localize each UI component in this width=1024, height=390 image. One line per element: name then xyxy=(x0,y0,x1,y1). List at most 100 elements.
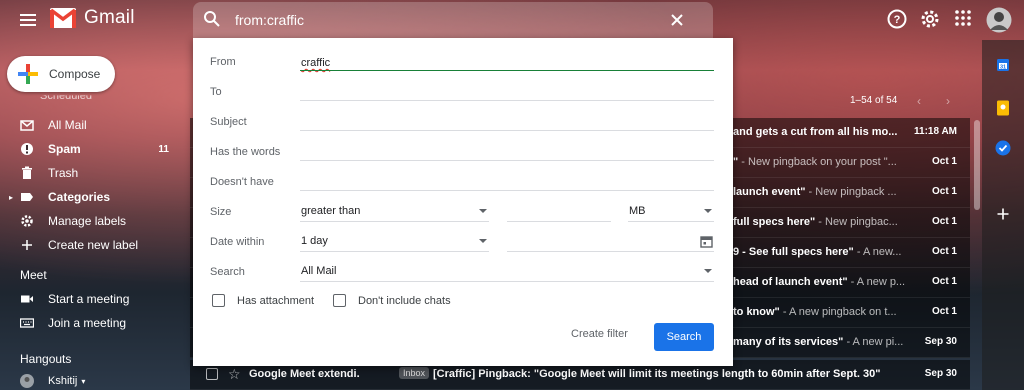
checkbox[interactable] xyxy=(212,294,225,307)
all-mail-icon xyxy=(20,118,34,132)
email-subject: to know" xyxy=(733,306,780,318)
start-meeting-label: Start a meeting xyxy=(48,292,130,306)
subject-label: Subject xyxy=(210,116,247,128)
has-attachment-label: Has attachment xyxy=(237,294,315,307)
size-label: Size xyxy=(210,206,232,218)
tasks-icon[interactable] xyxy=(995,140,1011,161)
sidebar-item-trash[interactable]: Trash xyxy=(0,161,185,185)
sidebar-item-create-label[interactable]: Create new label xyxy=(0,233,185,257)
size-operator-value: greater than xyxy=(301,205,361,217)
dont-include-chats-checkbox[interactable]: Don't include chats xyxy=(333,294,451,307)
email-date: 11:18 AM xyxy=(914,126,957,137)
to-label: To xyxy=(210,86,222,98)
email-snippet: - New pingback on your post "... xyxy=(738,156,897,168)
email-date: Oct 1 xyxy=(931,216,957,227)
size-unit-value: MB xyxy=(629,205,646,217)
size-operator-select[interactable]: greater than xyxy=(300,204,489,222)
search-scope-value: All Mail xyxy=(301,265,337,277)
dont-include-chats-label: Don't include chats xyxy=(358,294,451,307)
has-words-label: Has the words xyxy=(210,146,281,158)
plus-icon xyxy=(18,64,38,84)
chevron-down-icon[interactable]: ▾ xyxy=(81,377,85,386)
from-label: From xyxy=(210,56,236,68)
sidebar-item-all-mail[interactable]: All Mail xyxy=(0,113,185,137)
apps-grid-icon[interactable] xyxy=(953,8,973,28)
gmail-logo[interactable]: Gmail xyxy=(50,7,135,29)
gmail-m-icon xyxy=(50,8,76,28)
search-icon[interactable] xyxy=(203,10,221,28)
date-within-label: Date within xyxy=(210,236,265,248)
email-snippet: - A new pingback on t... xyxy=(779,306,897,318)
email-snippet: - A new... xyxy=(853,246,902,258)
has-words-field[interactable] xyxy=(300,160,714,161)
search-scope-label: Search xyxy=(210,266,245,278)
from-field[interactable]: craffic xyxy=(301,57,330,69)
date-input[interactable] xyxy=(507,234,714,252)
expand-arrow-icon[interactable]: ▸ xyxy=(9,193,13,202)
next-page-icon[interactable]: › xyxy=(946,94,950,108)
email-subject: and gets a cut from all his mo... xyxy=(733,126,898,138)
sidebar-item-categories[interactable]: ▸ Categories xyxy=(0,185,185,209)
join-meeting-item[interactable]: Join a meeting xyxy=(0,311,185,335)
scrollbar-thumb[interactable] xyxy=(974,120,980,210)
unread-count: 11 xyxy=(158,143,169,155)
sidebar-item-label: Spam xyxy=(48,142,81,156)
email-date: Oct 1 xyxy=(931,276,957,287)
app-title: Gmail xyxy=(84,7,135,28)
size-value-input[interactable] xyxy=(507,204,611,222)
email-snippet: - A new p... xyxy=(847,276,906,288)
chevron-down-icon xyxy=(704,209,712,213)
hangouts-user-name: Kshitij xyxy=(48,375,78,387)
create-filter-button[interactable]: Create filter xyxy=(571,328,628,340)
account-avatar[interactable] xyxy=(986,7,1012,33)
get-addons-icon[interactable] xyxy=(997,207,1009,225)
calendar-icon[interactable]: 31 xyxy=(996,58,1010,77)
email-subject: head of launch event" xyxy=(733,276,848,288)
video-camera-icon xyxy=(20,292,34,306)
start-meeting-item[interactable]: Start a meeting xyxy=(0,287,185,311)
size-unit-select[interactable]: MB xyxy=(628,204,714,222)
user-avatar xyxy=(20,374,34,388)
top-bar: Gmail from:craffic ? xyxy=(0,0,1024,40)
plus-icon xyxy=(20,238,34,252)
subject-field[interactable] xyxy=(300,130,714,131)
sidebar-item-label: Trash xyxy=(48,166,79,180)
calendar-icon[interactable] xyxy=(700,235,713,253)
svg-text:31: 31 xyxy=(1000,65,1006,71)
email-date: Oct 1 xyxy=(931,156,957,167)
date-within-select[interactable]: 1 day xyxy=(300,234,489,252)
email-date: Oct 1 xyxy=(931,246,957,257)
email-snippet: - A new pi... xyxy=(843,336,904,348)
hangouts-user[interactable]: Kshitij ▾ xyxy=(0,369,185,390)
row-checkbox[interactable] xyxy=(206,368,218,380)
keep-icon[interactable] xyxy=(996,100,1010,121)
spam-icon xyxy=(20,142,34,156)
settings-gear-icon[interactable] xyxy=(919,8,941,30)
svg-text:?: ? xyxy=(894,14,901,26)
sidebar-item-manage-labels[interactable]: Manage labels xyxy=(0,209,185,233)
search-button[interactable]: Search xyxy=(654,323,714,351)
close-icon[interactable] xyxy=(669,11,685,29)
pagination-range: 1–54 of 54 xyxy=(850,95,898,106)
search-input[interactable]: from:craffic xyxy=(235,12,304,28)
help-icon[interactable]: ? xyxy=(886,8,908,30)
star-icon[interactable]: ☆ xyxy=(228,366,241,383)
previous-page-icon[interactable]: ‹ xyxy=(917,94,921,108)
compose-button[interactable]: Compose xyxy=(7,56,115,92)
meet-section-title: Meet xyxy=(20,268,47,282)
to-field[interactable] xyxy=(300,100,714,101)
checkbox[interactable] xyxy=(333,294,346,307)
doesnt-have-field[interactable] xyxy=(300,190,714,191)
email-subject: launch event" xyxy=(733,186,806,198)
sidebar-item-label: Create new label xyxy=(48,238,139,252)
has-attachment-checkbox[interactable]: Has attachment xyxy=(212,294,314,307)
search-scope-select[interactable]: All Mail xyxy=(300,264,714,282)
sidebar-item-spam[interactable]: Spam 11 xyxy=(0,137,185,161)
date-within-value: 1 day xyxy=(301,235,328,247)
main-menu-icon[interactable] xyxy=(16,8,40,32)
hangouts-section-title: Hangouts xyxy=(20,352,72,366)
advanced-search-dialog: From craffic To Subject Has the words Do… xyxy=(193,38,733,366)
search-bar[interactable]: from:craffic xyxy=(193,2,713,38)
join-meeting-label: Join a meeting xyxy=(48,316,127,330)
compose-label: Compose xyxy=(49,67,101,81)
